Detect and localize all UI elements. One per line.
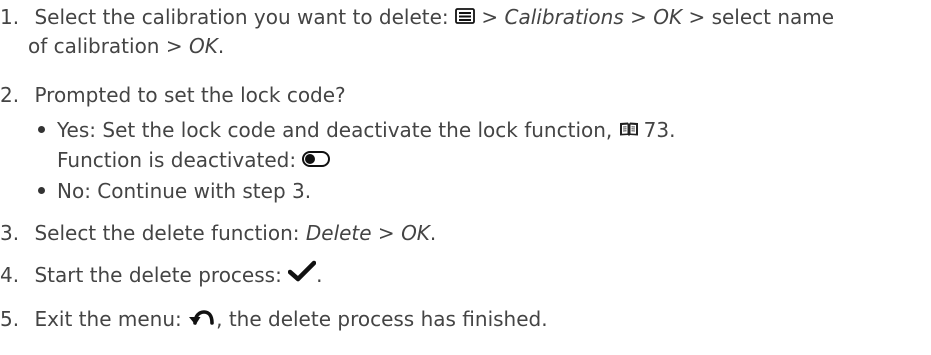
period: . [429,221,437,245]
step-text: Prompted to set the lock code? [34,83,346,107]
step-text: Select the calibration you want to delet… [34,5,456,29]
bullet-text: Yes: Set the lock code and deactivate th… [57,118,619,142]
bullet-dot [38,187,45,194]
ok-key-label: OK [188,34,218,58]
period: . [669,118,676,142]
delete-menu-item: Delete [305,221,372,245]
separator: > [475,5,505,29]
bullet-yes-line-2: Function is deactivated: [57,147,331,173]
bullet-no-line: No: Continue with step 3. [57,178,311,204]
separator: > [371,221,402,245]
separator: > [623,5,654,29]
checkmark-icon [287,260,317,288]
calibrations-menu-item: Calibrations [504,5,624,29]
book-icon [619,117,639,143]
bullet-dot [38,126,45,133]
ok-key-label: OK [653,5,683,29]
step-text: Exit the menu: [34,307,189,331]
step-number: 1. [0,5,20,29]
bullet-text: No: Continue with step 3. [57,179,312,203]
step-text: of calibration > [28,34,189,58]
step-1-line-2: of calibration > OK. [28,33,224,59]
period: . [316,263,323,287]
step-number: 3. [0,221,20,245]
page-reference: 73 [643,118,670,142]
step-2-line: 2. Prompted to set the lock code? [0,82,346,108]
back-arrow-icon [188,306,216,332]
step-text: , the delete process has finished. [216,307,548,331]
step-number: 2. [0,83,20,107]
step-1-line-1: 1. Select the calibration you want to de… [0,4,834,30]
bullet-text: Function is deactivated: [57,148,303,172]
period: . [217,34,225,58]
step-4-line: 4. Start the delete process: . [0,260,323,288]
bullet-yes-line-1: Yes: Set the lock code and deactivate th… [57,117,675,143]
step-text: Start the delete process: [34,263,289,287]
step-number: 4. [0,263,20,287]
step-3-line: 3. Select the delete function: Delete > … [0,220,436,246]
step-text: > select name [682,5,835,29]
ok-key-label: OK [401,221,430,245]
step-5-line: 5. Exit the menu: , the delete process h… [0,306,548,332]
step-text: Select the delete function: [34,221,306,245]
step-number: 5. [0,307,20,331]
menu-icon [455,4,475,30]
toggle-off-icon [302,147,331,173]
